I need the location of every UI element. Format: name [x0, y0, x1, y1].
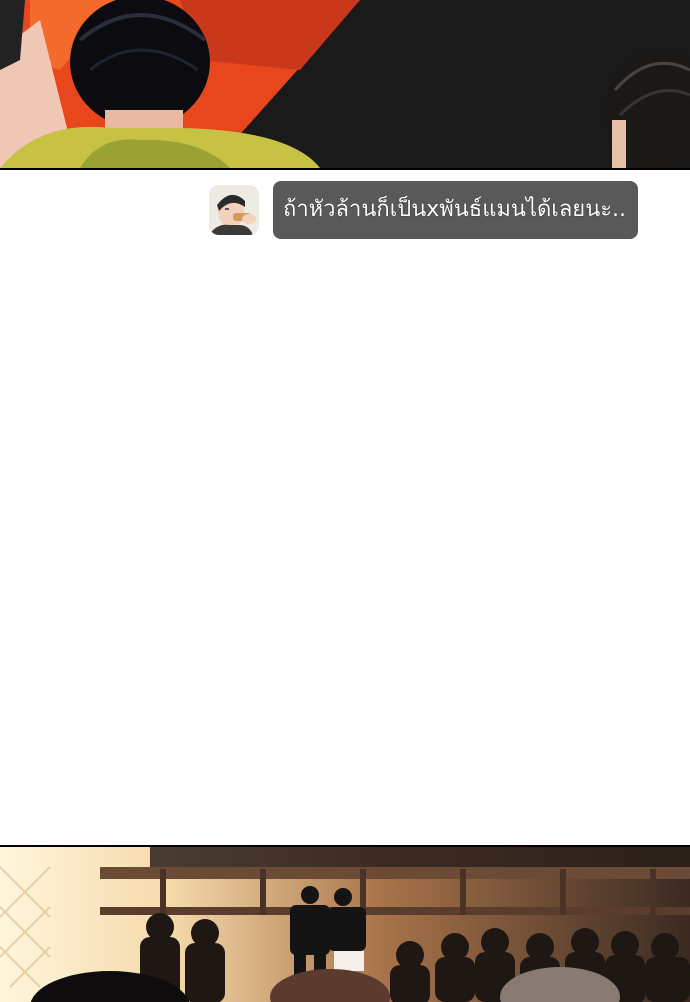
comic-panel-image: [0, 0, 690, 168]
comment-bubble: ถ้าหัวล้านก็เป็นxพันธ์แมนได้เลยนะ..: [273, 181, 639, 239]
comic-panel-bottom: [0, 845, 690, 1002]
user-avatar-eating-icon[interactable]: [209, 185, 259, 235]
comment-text: ถ้าหัวล้านก็เป็นxพันธ์แมนได้เลยนะ..: [283, 197, 627, 222]
comic-panel-top: [0, 0, 690, 170]
comic-panel-image: [0, 847, 690, 1002]
reader-comment: ถ้าหัวล้านก็เป็นxพันธ์แมนได้เลยนะ..: [209, 181, 639, 239]
